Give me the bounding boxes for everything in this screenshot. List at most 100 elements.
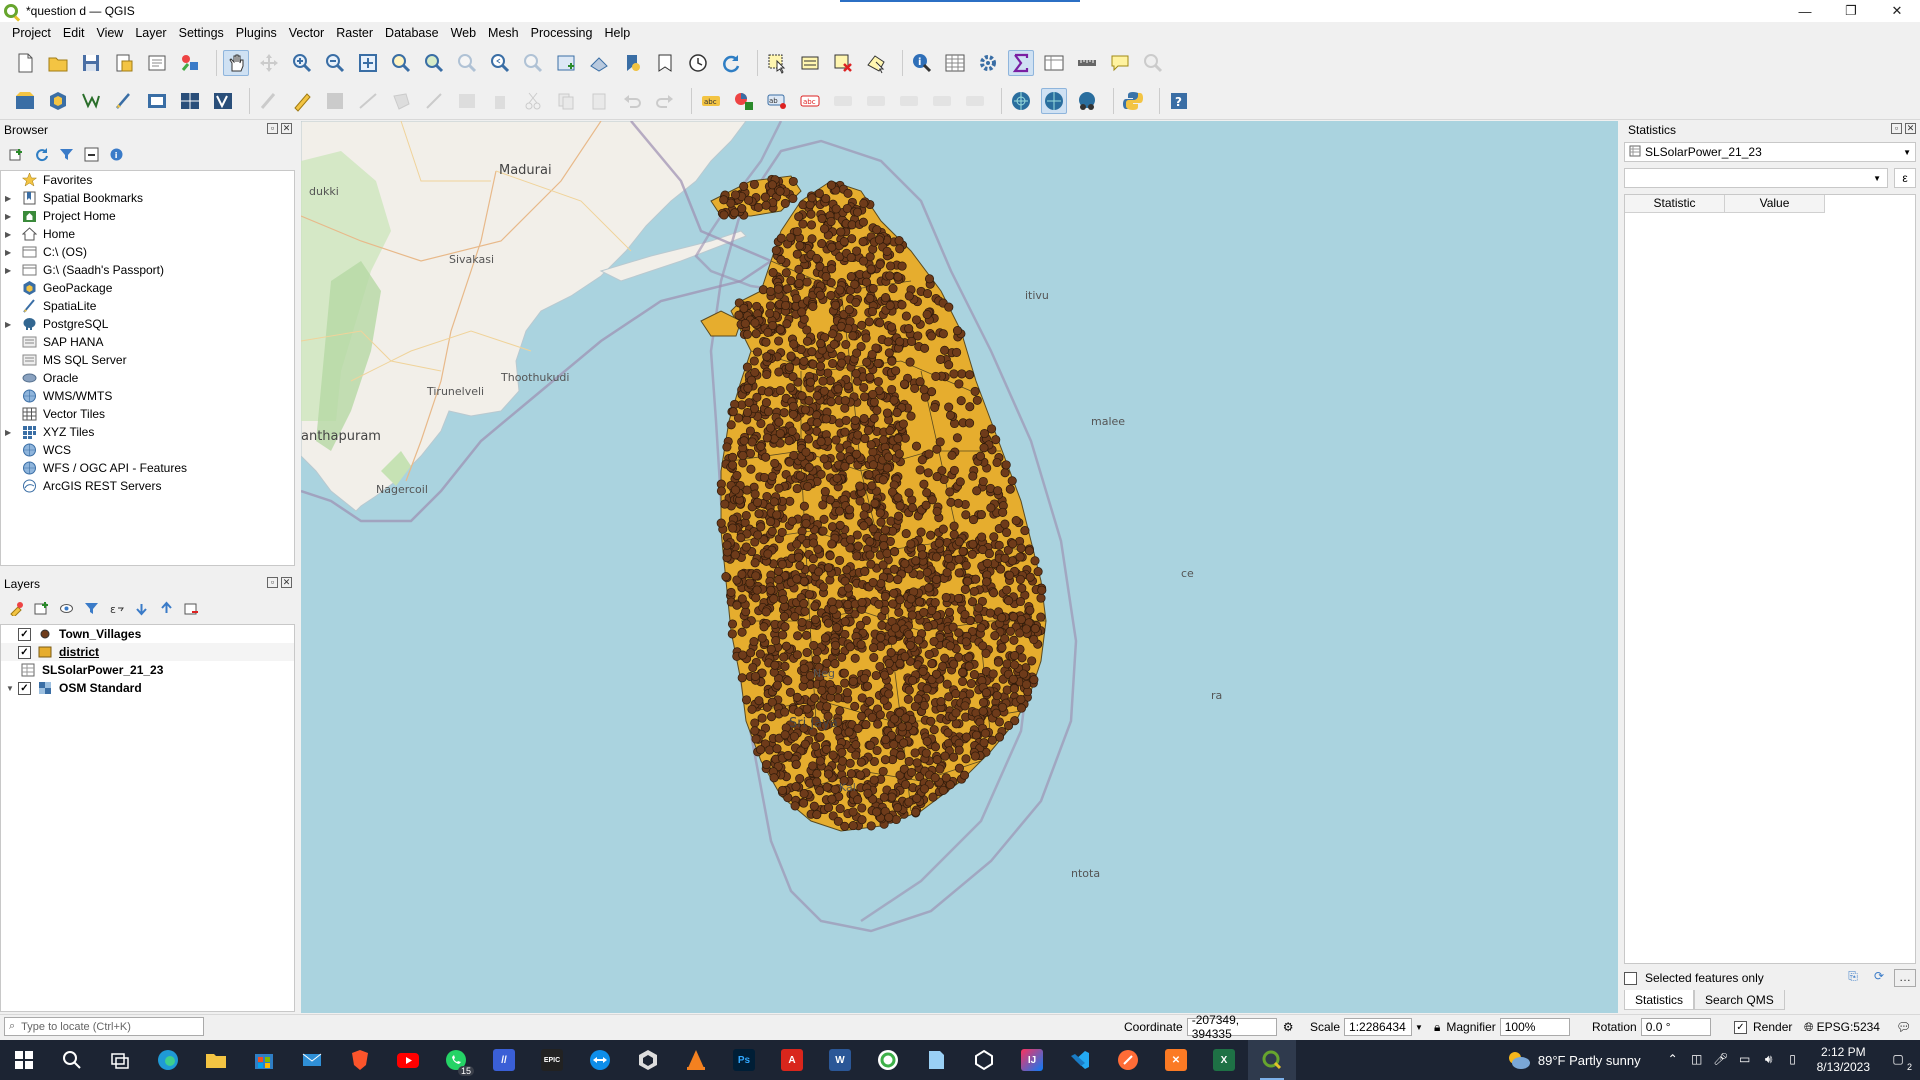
layer-osm-standard[interactable]: ▼ ✓ OSM Standard [1,679,294,697]
new-spatialite-layer-icon[interactable] [111,88,137,114]
statistics-field-select[interactable]: ▼ [1624,168,1888,188]
menu-vector[interactable]: Vector [289,26,324,40]
crs-group[interactable]: 🌐︎ EPSG:5234 [1804,1018,1880,1036]
browser-item[interactable]: ArcGIS REST Servers [1,477,294,495]
menu-plugins[interactable]: Plugins [236,26,277,40]
new-print-layout-icon[interactable] [111,50,137,76]
new-temp-layer-icon[interactable] [177,88,203,114]
tab-statistics[interactable]: Statistics [1624,990,1695,1010]
browser-item[interactable]: ▶ C:\ (OS) [1,243,294,261]
expand-all-icon[interactable] [133,600,149,616]
start-button[interactable] [0,1040,48,1080]
save-project-icon[interactable] [78,50,104,76]
notification-center-icon[interactable]: ▢ 2 [1890,1052,1912,1072]
browser-item[interactable]: ▶ Spatial Bookmarks [1,189,294,207]
layer-slsolarpower[interactable]: SLSolarPower_21_23 [1,661,294,679]
edge-icon[interactable] [144,1040,192,1080]
digitize-icon[interactable] [355,88,381,114]
magnifier-field[interactable]: 100% [1499,1018,1570,1036]
toggle-editing-icon[interactable] [289,88,315,114]
browser-item[interactable]: ▶ Project Home [1,207,294,225]
layer-visibility-checkbox[interactable]: ✓ [18,681,31,695]
remove-layer-icon[interactable] [183,600,199,616]
microphone-icon[interactable]: 🎤︎ [1713,1052,1729,1068]
browser-item[interactable]: Favorites [1,171,294,189]
acrobat-icon[interactable]: A [768,1040,816,1080]
expand-arrow-icon[interactable]: ▶ [5,320,15,329]
browser-item[interactable]: ▶ Home [1,225,294,243]
paste-features-icon[interactable] [586,88,612,114]
new-geopackage-layer-icon[interactable] [45,88,71,114]
postman-icon[interactable] [1104,1040,1152,1080]
show-hide-labels-icon[interactable] [863,88,889,114]
qms-add-icon[interactable] [1041,87,1067,114]
add-polygon-icon[interactable] [388,88,414,114]
network-icon[interactable]: ▯ [1785,1052,1801,1068]
expand-arrow-icon[interactable]: ▶ [5,194,15,203]
zoom-last-icon[interactable] [487,50,513,76]
menu-view[interactable]: View [96,26,123,40]
weather-widget[interactable]: 89°F Partly sunny [1506,1049,1641,1071]
expand-arrow-icon[interactable]: ▶ [5,212,15,221]
close-button[interactable]: ✕ [1874,0,1920,22]
teamviewer-icon[interactable] [576,1040,624,1080]
help-contents-icon[interactable]: ? [1166,88,1192,114]
label-layer-icon[interactable]: abc [698,88,724,114]
new-project-icon[interactable] [12,50,38,76]
layer-visibility-checkbox[interactable]: ✓ [18,627,31,641]
notepad-icon[interactable] [912,1040,960,1080]
filter-browser-icon[interactable] [58,146,74,162]
render-checkbox[interactable]: ✓ [1734,1020,1747,1034]
style-manager-icon[interactable] [177,50,203,76]
layout-manager-icon[interactable] [144,50,170,76]
qms-settings-icon[interactable] [1074,88,1100,114]
temporal-controller-icon[interactable] [685,50,711,76]
whatsapp-icon[interactable]: 15 [432,1040,480,1080]
zoom-in-icon[interactable] [289,50,315,76]
store-icon[interactable] [240,1040,288,1080]
photoshop-icon[interactable]: Ps [720,1040,768,1080]
diagram-options-icon[interactable] [731,88,757,114]
column-header-value[interactable]: Value [1725,195,1825,213]
browser-item[interactable]: ▶ G:\ (Saadh's Passport) [1,261,294,279]
selected-only-checkbox[interactable] [1624,971,1637,985]
search-icon[interactable] [48,1040,96,1080]
zoom-next-icon[interactable] [520,50,546,76]
layer-district[interactable]: ✓ district [1,643,294,661]
pan-map-icon[interactable] [223,50,249,76]
highlight-pinned-labels-icon[interactable]: ab [764,88,790,114]
open-project-icon[interactable] [45,50,71,76]
zoom-full-icon[interactable] [355,50,381,76]
browser-item[interactable]: ▶ PostgreSQL [1,315,294,333]
youtube-icon[interactable] [384,1040,432,1080]
float-panel-icon[interactable]: ▫ [267,123,278,134]
menu-processing[interactable]: Processing [531,26,593,40]
camera-icon[interactable]: ◫ [1689,1052,1705,1068]
undo-icon[interactable] [619,88,645,114]
expand-arrow-icon[interactable]: ▶ [5,266,15,275]
file-explorer-icon[interactable] [192,1040,240,1080]
browser-item[interactable]: ▶ XYZ Tiles [1,423,294,441]
change-label-icon[interactable] [962,88,988,114]
minimize-button[interactable]: — [1782,0,1828,22]
unity-icon[interactable] [624,1040,672,1080]
move-label-icon[interactable] [896,88,922,114]
qgis-taskbar-icon[interactable] [1248,1040,1296,1080]
menu-edit[interactable]: Edit [63,26,85,40]
word-icon[interactable]: W [816,1040,864,1080]
vlc-icon[interactable] [672,1040,720,1080]
label-tool-icon[interactable]: abc [797,88,823,114]
python-console-icon[interactable] [1120,88,1146,114]
spatial-bookmark-icon[interactable] [619,50,645,76]
refresh-icon[interactable] [718,50,744,76]
expand-arrow-icon[interactable]: ▶ [5,248,15,257]
add-selected-layers-icon[interactable] [8,146,24,162]
new-map-view-icon[interactable] [553,50,579,76]
enable-properties-icon[interactable]: i [108,146,124,162]
float-panel-icon[interactable]: ▫ [1891,123,1902,134]
collapse-all-layers-icon[interactable] [158,600,174,616]
open-layer-styling-icon[interactable] [8,600,24,616]
measure-line-icon[interactable] [1074,50,1100,76]
epic-games-icon[interactable]: EPIC [528,1040,576,1080]
zoom-to-layer-icon[interactable] [421,50,447,76]
